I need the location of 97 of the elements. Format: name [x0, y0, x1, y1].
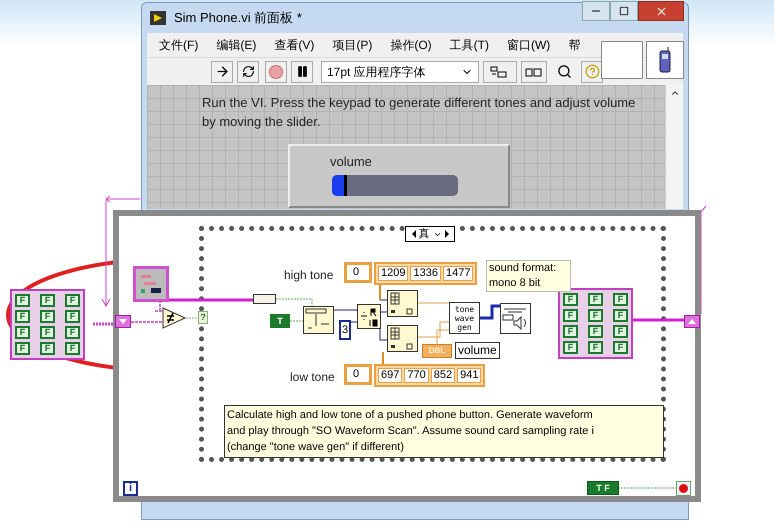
- index-array-node: [387, 290, 418, 317]
- array-index: 0: [344, 364, 372, 385]
- wire: [290, 320, 304, 322]
- boolean-constant: F: [613, 309, 628, 322]
- menu-item[interactable]: 帮: [568, 36, 580, 54]
- case-label[interactable]: 真: [405, 226, 455, 242]
- menu-item[interactable]: 项目(P): [332, 36, 372, 54]
- menu-item[interactable]: 文件(F): [159, 36, 198, 54]
- menu-item[interactable]: 工具(T): [450, 36, 489, 54]
- array-element: 941: [457, 368, 482, 383]
- menu-item[interactable]: 查看(V): [274, 36, 314, 54]
- unbundle-node: [253, 294, 276, 304]
- array-element: 770: [404, 368, 429, 383]
- pause-button[interactable]: [291, 60, 313, 82]
- boolean-constant: F: [563, 325, 578, 338]
- stop-terminal-icon: [676, 481, 691, 496]
- boolean-constant: F: [40, 310, 55, 323]
- boolean-constant: F: [65, 342, 80, 355]
- numeric-constant: 3: [339, 320, 351, 340]
- boolean-constant: F: [15, 342, 30, 355]
- type-tag: DBL: [422, 344, 452, 358]
- speaker-node-icon: [500, 303, 531, 334]
- wire: [93, 322, 114, 326]
- boolean-constant: F: [588, 325, 603, 338]
- boolean-constant: F: [613, 341, 628, 354]
- boolean-constant: F: [40, 294, 55, 307]
- cycle-arrows-icon: [242, 65, 254, 78]
- tone-label: low tone: [290, 369, 335, 386]
- boolean-constant: F: [40, 326, 55, 339]
- wire: [479, 304, 503, 320]
- pause-icon: [296, 65, 308, 78]
- help-icon: [584, 64, 600, 79]
- distribute-icon: [525, 66, 543, 78]
- comment-line: Calculate high and low tone of a pushed phone button. Generate waveform: [227, 408, 594, 423]
- maximize-icon: [619, 6, 629, 16]
- cluster-icon: [139, 272, 163, 296]
- boolean-constant: F: [563, 341, 578, 354]
- boolean-constant: F: [15, 326, 30, 339]
- subvi-node: tone wave gen: [449, 302, 480, 334]
- boolean-constant: F: [65, 310, 80, 323]
- index-array-node: [387, 325, 418, 352]
- boolean-constant: F: [588, 341, 603, 354]
- boolean-constant: F: [15, 294, 30, 307]
- boolean-constant: F: [15, 310, 30, 323]
- cellphone-icon: [659, 47, 671, 73]
- slider-track[interactable]: [332, 175, 458, 196]
- close-button[interactable]: [638, 1, 684, 21]
- window-title: Sim Phone.vi 前面板 *: [174, 9, 302, 28]
- arrow-right-icon: [214, 64, 230, 79]
- iteration-terminal: i: [123, 481, 138, 496]
- run-button[interactable]: [211, 60, 233, 82]
- boolean-constant: F: [588, 309, 603, 322]
- format-comment: sound format: mono 8 bit: [486, 260, 571, 292]
- phone-icon-box: [601, 41, 643, 79]
- array-element: 1209: [378, 266, 408, 281]
- menu-item[interactable]: 窗口(W): [506, 36, 550, 54]
- boolean-constant: F: [65, 326, 80, 339]
- case-name: 真: [418, 226, 430, 242]
- boolean-constant: F: [588, 293, 603, 306]
- instructions-text: Run the VI. Press the keypad to generate different tones and adjust volume by moving the slider.: [202, 94, 636, 131]
- array-index: 0: [344, 262, 372, 283]
- array-element: 697: [378, 368, 402, 383]
- boolean-constant: T F: [587, 481, 619, 495]
- comment-line: and play through "SO Waveform Scan". Assume sound card sampling rate i: [227, 424, 595, 439]
- maximize-button[interactable]: [610, 1, 638, 21]
- menu-item[interactable]: 编辑(E): [216, 36, 256, 54]
- boolean-constant: F: [40, 342, 55, 355]
- boolean-constant: F: [65, 294, 80, 307]
- boolean-constant: F: [613, 325, 628, 338]
- wire: [276, 298, 312, 306]
- close-icon: [654, 4, 668, 18]
- not-equal-node: [162, 307, 186, 329]
- quotient-node: [357, 304, 381, 329]
- comment-line: (change "tone wave gen" if different): [227, 440, 405, 455]
- boolean-constant: F: [613, 293, 628, 306]
- wire: [632, 318, 684, 322]
- boolean-constant: F: [563, 309, 578, 322]
- array-element: 1477: [442, 266, 474, 281]
- shift-register-terminal: [684, 315, 700, 328]
- run-continuously-button[interactable]: [237, 60, 259, 82]
- distribute-button[interactable]: [521, 60, 547, 82]
- boolean-constant: F: [563, 293, 578, 306]
- boolean-constant: T: [270, 314, 290, 328]
- array-element: 1336: [410, 266, 441, 281]
- menu-item[interactable]: 操作(O): [390, 36, 432, 54]
- slider-label: volume: [330, 153, 372, 171]
- align-button[interactable]: [483, 60, 517, 82]
- shift-register-terminal: [115, 315, 131, 328]
- scrollbar[interactable]: [665, 85, 683, 209]
- magnifier-icon: [556, 64, 572, 79]
- font-dropdown[interactable]: 17pt 应用程序字体: [321, 60, 479, 82]
- search-array-node: [303, 306, 334, 334]
- tone-label: high tone: [284, 267, 334, 284]
- local-variable: volume: [455, 342, 500, 359]
- app-icon: [150, 11, 166, 25]
- array-element: 852: [430, 368, 456, 383]
- case-selector: ?: [198, 311, 208, 324]
